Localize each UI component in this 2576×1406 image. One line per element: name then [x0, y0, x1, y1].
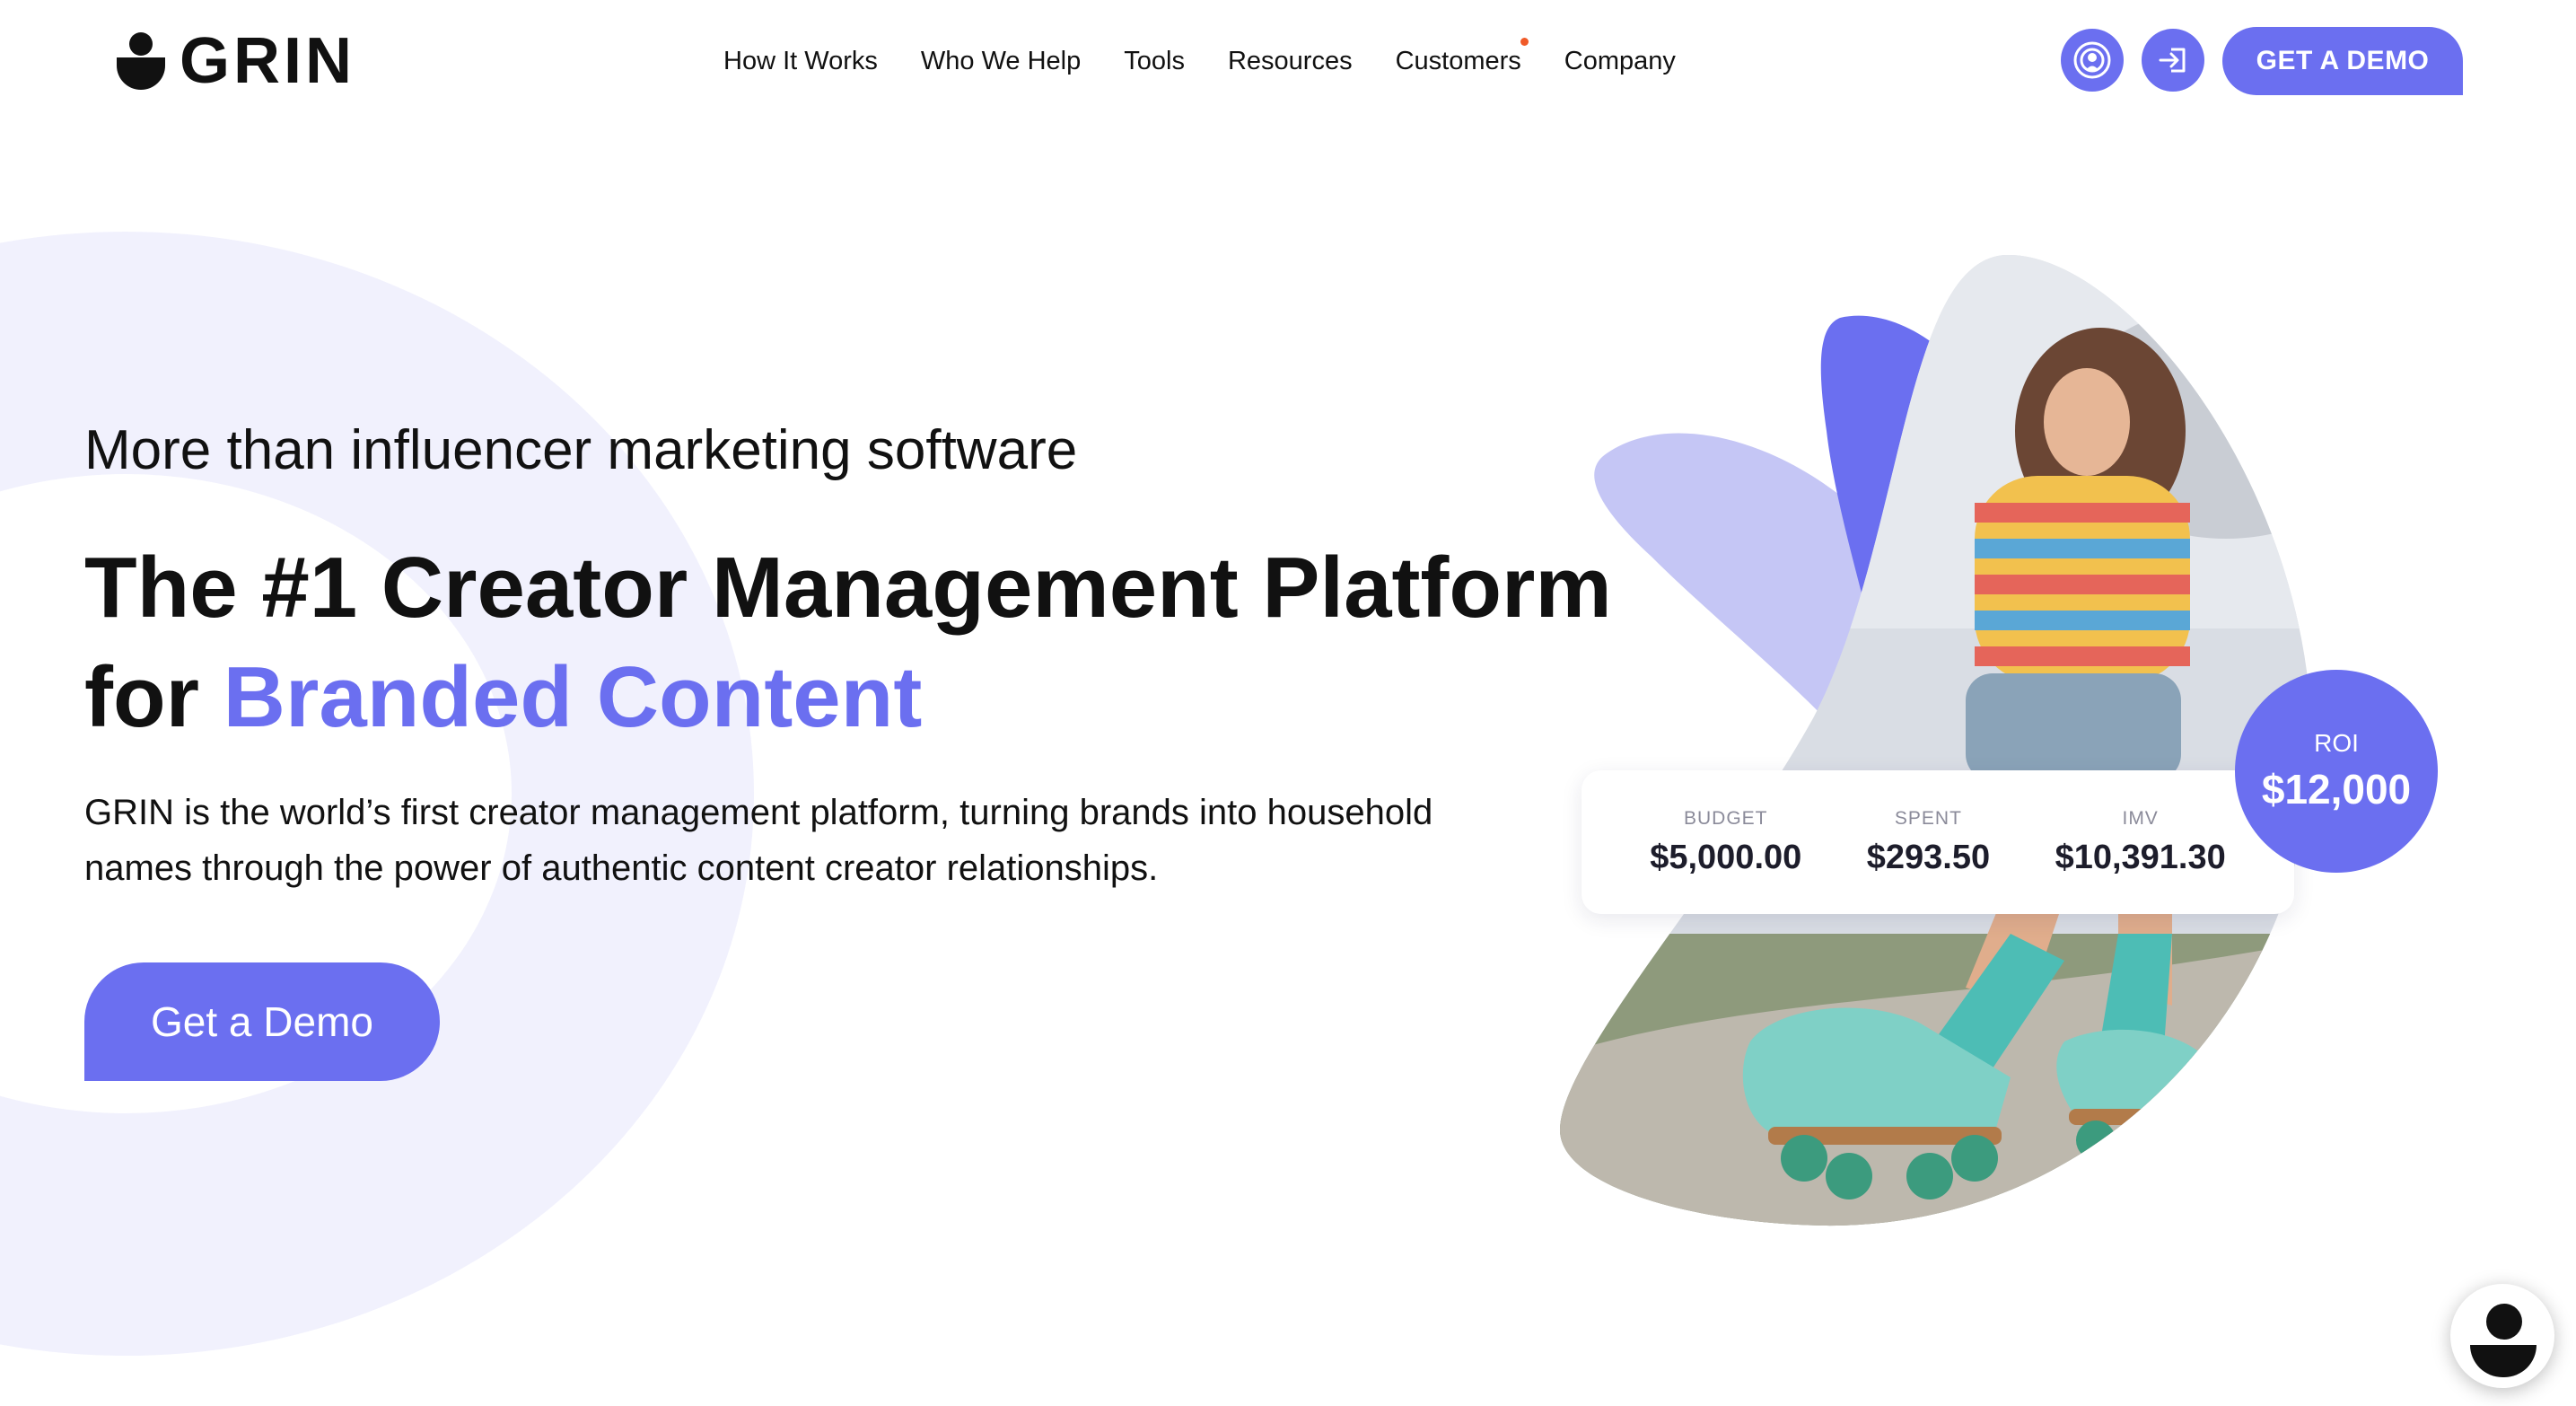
grin-logo[interactable]: GRIN — [117, 25, 355, 97]
logo-text: GRIN — [180, 25, 355, 97]
login-button[interactable] — [2142, 29, 2204, 92]
login-icon — [2159, 48, 2186, 73]
stat-imv: IMV $10,391.30 — [2055, 808, 2226, 877]
hero-kicker: More than influencer marketing software — [84, 419, 1078, 481]
nav-resources[interactable]: Resources — [1228, 43, 1353, 79]
roi-value: $12,000 — [2261, 766, 2412, 813]
chat-launcher-button[interactable] — [2450, 1284, 2554, 1388]
nav-customers[interactable]: Customers — [1395, 38, 1529, 79]
hero-headline: The #1 Creator Management Platform for B… — [84, 533, 1612, 752]
nav-tools[interactable]: Tools — [1124, 43, 1185, 79]
podcast-icon — [2073, 41, 2111, 79]
get-a-demo-hero-button[interactable]: Get a Demo — [84, 962, 440, 1081]
roi-badge: ROI $12,000 — [2235, 670, 2438, 873]
headline-accent: Branded Content — [223, 649, 923, 745]
stat-budget: BUDGET $5,000.00 — [1650, 808, 1801, 877]
stat-label: IMV — [2122, 807, 2159, 829]
podcast-button[interactable] — [2061, 29, 2124, 92]
campaign-stats-card: BUDGET $5,000.00 SPENT $293.50 IMV $10,3… — [1582, 770, 2294, 914]
headline-line1: The #1 Creator Management Platform — [84, 540, 1612, 636]
nav-how-it-works[interactable]: How It Works — [723, 43, 878, 79]
stat-label: SPENT — [1894, 807, 1962, 829]
nav-customers-label: Customers — [1395, 47, 1521, 75]
notification-dot — [1520, 38, 1529, 46]
stat-label: BUDGET — [1683, 807, 1768, 829]
stat-spent: SPENT $293.50 — [1867, 808, 1990, 877]
page: GRIN How It Works Who We Help Tools Reso… — [0, 0, 2576, 1406]
stat-value: $293.50 — [1866, 838, 1991, 876]
headline-for: for — [84, 649, 223, 745]
nav-company[interactable]: Company — [1564, 43, 1676, 79]
get-a-demo-header-button[interactable]: GET A DEMO — [2222, 27, 2463, 95]
hero-description: GRIN is the world’s first creator manage… — [84, 793, 1433, 888]
stat-value: $5,000.00 — [1650, 838, 1802, 876]
stat-value: $10,391.30 — [2055, 838, 2226, 876]
nav-who-we-help[interactable]: Who We Help — [921, 43, 1081, 79]
site-header: GRIN How It Works Who We Help Tools Reso… — [0, 0, 2576, 126]
grin-logo-icon — [117, 32, 165, 90]
main-nav: How It Works Who We Help Tools Resources… — [723, 38, 1719, 79]
roi-label: ROI — [2314, 729, 2359, 757]
